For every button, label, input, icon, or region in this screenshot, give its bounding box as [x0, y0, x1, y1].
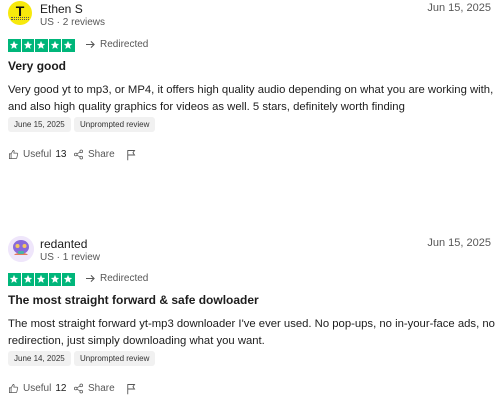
- star-rating: [8, 273, 75, 286]
- redirected-label[interactable]: Redirected: [85, 39, 148, 50]
- star-icon: [8, 39, 21, 52]
- flag-icon: [127, 384, 136, 395]
- thumbs-up-icon: [8, 149, 19, 160]
- useful-button[interactable]: Useful 13: [8, 149, 66, 160]
- useful-label: Useful: [23, 149, 52, 160]
- reviewer-name[interactable]: redanted: [40, 237, 87, 251]
- arrow-right-icon: [86, 40, 95, 49]
- flag-icon: [127, 150, 136, 161]
- reviewer-name[interactable]: Ethen S: [40, 2, 83, 16]
- experience-date-badge: June 15, 2025: [8, 117, 71, 132]
- review-title[interactable]: Very good: [8, 59, 66, 73]
- star-icon: [62, 39, 75, 52]
- star-icon: [21, 39, 34, 52]
- report-button[interactable]: [126, 149, 137, 161]
- review-text: Very good yt to mp3, or MP4, it offers h…: [8, 84, 494, 113]
- useful-label: Useful: [23, 383, 52, 394]
- star-rating: [8, 39, 75, 52]
- share-button[interactable]: Share: [73, 383, 115, 394]
- redirected-text: Redirected: [100, 39, 149, 50]
- star-icon: [48, 39, 61, 52]
- reviewer-meta: US · 1 review: [40, 252, 101, 263]
- share-button[interactable]: Share: [73, 149, 115, 160]
- star-icon: [21, 273, 34, 286]
- avatar-illustration: [8, 236, 34, 262]
- arrow-right-icon: [86, 274, 95, 283]
- useful-button[interactable]: Useful 12: [8, 383, 66, 394]
- reviewer-meta: US · 2 reviews: [40, 17, 106, 28]
- star-icon: [48, 273, 61, 286]
- useful-count: 13: [55, 149, 67, 160]
- review-type-badge[interactable]: Unprompted review: [74, 117, 156, 132]
- avatar[interactable]: T: [8, 1, 32, 25]
- review-date: Jun 15, 2025: [427, 237, 491, 249]
- review-date: Jun 15, 2025: [427, 2, 491, 14]
- redirected-label[interactable]: Redirected: [85, 273, 148, 284]
- share-icon: [73, 383, 84, 394]
- share-label: Share: [88, 383, 115, 394]
- review-chips: June 15, 2025 Unprompted review: [8, 117, 208, 133]
- avatar[interactable]: [8, 236, 34, 262]
- star-icon: [62, 273, 75, 286]
- redirected-text: Redirected: [100, 273, 149, 284]
- review-chips: June 14, 2025 Unprompted review: [8, 351, 208, 367]
- avatar-decoration: [11, 17, 29, 20]
- star-icon: [8, 273, 21, 286]
- review-type-badge[interactable]: Unprompted review: [74, 351, 156, 366]
- experience-date-badge: June 14, 2025: [8, 351, 71, 366]
- review-text: The most straight forward yt-mp3 downloa…: [8, 318, 495, 347]
- useful-count: 12: [55, 383, 67, 394]
- share-label: Share: [88, 149, 115, 160]
- share-icon: [73, 149, 84, 160]
- review-title[interactable]: The most straight forward & safe dowload…: [8, 293, 259, 307]
- star-icon: [35, 39, 48, 52]
- report-button[interactable]: [126, 383, 137, 395]
- thumbs-up-icon: [8, 383, 19, 394]
- star-icon: [35, 273, 48, 286]
